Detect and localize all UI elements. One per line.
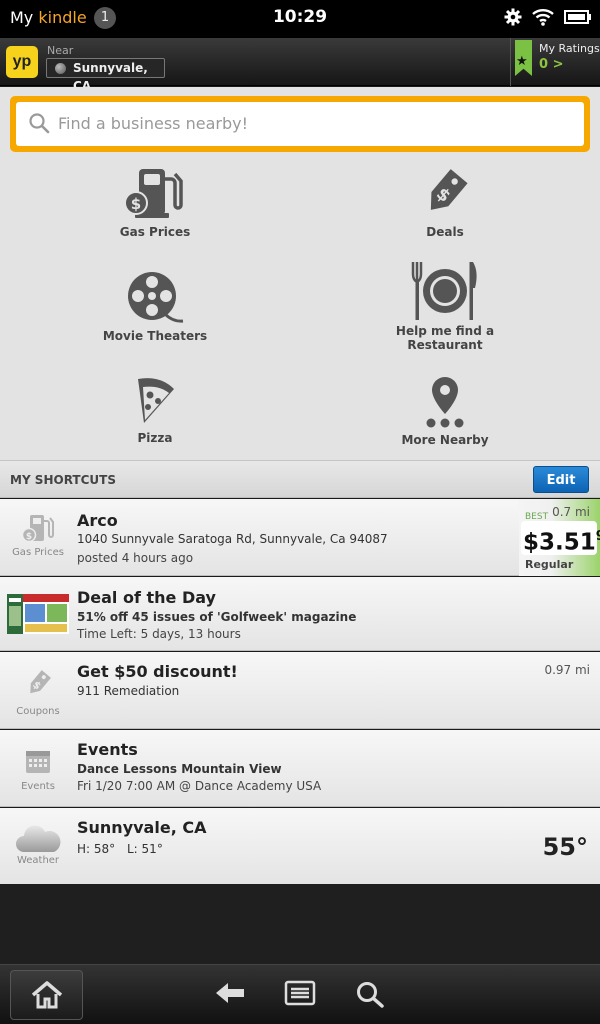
event-when: Fri 1/20 7:00 AM @ Dance Academy USA xyxy=(77,779,322,793)
film-reel-icon xyxy=(128,272,184,323)
empty-background xyxy=(0,884,600,964)
category-more-nearby[interactable]: More Nearby xyxy=(345,375,545,447)
gas-price-main: $3.51 xyxy=(523,529,596,556)
shortcut-weather-row[interactable]: Weather Sunnyvale, CA H: 58° L: 51° 55° xyxy=(0,808,600,885)
coupon-icon-wrap: $ Coupons xyxy=(8,668,68,717)
svg-text:$: $ xyxy=(131,195,141,213)
home-button[interactable] xyxy=(10,970,83,1020)
weather-high: H: 58° xyxy=(77,842,116,856)
category-restaurant[interactable]: Help me find a Restaurant xyxy=(345,260,545,352)
gas-price-tenth: 9 xyxy=(596,529,600,544)
back-button[interactable] xyxy=(214,980,246,1010)
event-name: Dance Lessons Mountain View xyxy=(77,762,282,776)
golfweek-magazine-thumbnail-icon xyxy=(7,594,69,634)
menu-button[interactable] xyxy=(284,980,316,1010)
category-label: More Nearby xyxy=(401,433,489,447)
status-bar: My kindle 1 10:29 xyxy=(0,0,600,38)
svg-text:$: $ xyxy=(26,532,32,542)
deal-time-left: Time Left: 5 days, 13 hours xyxy=(77,627,241,641)
deal-description: 51% off 45 issues of 'Golfweek' magazine xyxy=(77,610,357,624)
deal-title: Deal of the Day xyxy=(77,588,216,607)
category-label: Pizza xyxy=(137,431,173,445)
ratings-ribbon-icon: ★ xyxy=(515,40,532,76)
gas-price-box: 0.7 mi BEST $3.519 Regular xyxy=(519,499,600,576)
home-panel: $ Gas Prices $ Deals Movie Theaters xyxy=(0,87,600,460)
search-icon xyxy=(357,982,384,1008)
shortcut-coupon-row[interactable]: $ Coupons Get $50 discount! 911 Remediat… xyxy=(0,652,600,729)
weather-temperature: 55° xyxy=(542,833,588,861)
search-bar xyxy=(10,96,590,152)
category-pizza[interactable]: Pizza xyxy=(55,375,255,445)
gas-station-name: Arco xyxy=(77,511,118,530)
category-gas-prices[interactable]: $ Gas Prices xyxy=(55,165,255,239)
gas-pump-icon: $ xyxy=(124,169,183,218)
category-label: Movie Theaters xyxy=(102,329,208,343)
ratings-label: My Ratings xyxy=(539,42,600,55)
yp-logo[interactable]: yp xyxy=(6,46,38,78)
gas-shortcut-icon-wrap: $ Gas Prices xyxy=(8,513,68,558)
plate-utensils-icon xyxy=(411,262,477,320)
deal-thumbnail-wrap xyxy=(7,594,69,634)
gas-price: $3.519 xyxy=(521,521,600,556)
category-label: Deals xyxy=(426,225,464,239)
gas-pump-icon: $ xyxy=(21,515,54,543)
events-icon-wrap: Events xyxy=(8,747,68,792)
home-icon xyxy=(31,981,63,1009)
location-dot-icon xyxy=(55,63,66,74)
search-icon xyxy=(29,113,50,134)
events-title: Events xyxy=(77,740,138,759)
shortcuts-title: MY SHORTCUTS xyxy=(10,473,116,487)
search-button[interactable] xyxy=(355,980,385,1012)
app-header: yp Near Sunnyvale, CA ★ My Ratings 0 > xyxy=(0,38,600,93)
edit-button[interactable]: Edit xyxy=(533,466,589,493)
menu-icon xyxy=(284,980,316,1006)
search-box xyxy=(16,102,584,146)
weather-low: L: 51° xyxy=(127,842,163,856)
map-pin-icon xyxy=(426,377,464,428)
location-selector[interactable]: Sunnyvale, CA xyxy=(46,58,165,93)
weather-icon-wrap: Weather xyxy=(8,822,68,866)
shortcut-events-row[interactable]: Events Events Dance Lessons Mountain Vie… xyxy=(0,730,600,807)
my-ratings-button[interactable]: ★ My Ratings 0 > xyxy=(510,38,600,86)
pizza-slice-icon xyxy=(138,378,174,423)
price-tag-icon: $ xyxy=(430,169,468,210)
coupon-tag-icon: $ xyxy=(30,670,51,694)
gas-posted-time: posted 4 hours ago xyxy=(77,551,194,565)
cloud-icon xyxy=(16,825,61,852)
back-arrow-icon xyxy=(216,983,244,1003)
shortcut-deal-row[interactable]: Deal of the Day 51% off 45 issues of 'Go… xyxy=(0,577,600,651)
shortcuts-header: MY SHORTCUTS Edit xyxy=(0,460,600,498)
coupon-title: Get $50 discount! xyxy=(77,662,238,681)
calendar-icon xyxy=(26,751,50,773)
gas-grade: Regular xyxy=(525,558,574,571)
category-movie-theaters[interactable]: Movie Theaters xyxy=(55,269,255,343)
battery-icon xyxy=(564,10,591,24)
shortcut-caption: Gas Prices xyxy=(12,547,64,558)
search-input[interactable] xyxy=(58,110,558,136)
settings-gear-icon[interactable] xyxy=(504,8,522,26)
category-label: Gas Prices xyxy=(119,225,191,239)
category-deals[interactable]: $ Deals xyxy=(345,165,545,239)
coupon-distance: 0.97 mi xyxy=(544,663,590,677)
wifi-icon xyxy=(532,9,554,26)
ratings-count: 0 > xyxy=(539,57,564,72)
near-label: Near xyxy=(47,44,74,57)
shortcut-gas-row[interactable]: $ Gas Prices Arco 1040 Sunnyvale Saratog… xyxy=(0,499,600,576)
shortcut-caption: Coupons xyxy=(16,706,60,717)
status-icons xyxy=(504,8,592,26)
shortcut-caption: Weather xyxy=(16,855,60,866)
category-label: Help me find a Restaurant xyxy=(395,324,495,352)
gas-distance: 0.7 mi xyxy=(552,505,590,519)
coupon-business: 911 Remediation xyxy=(77,684,180,698)
bottom-navigation-bar xyxy=(0,964,600,1024)
gas-station-address: 1040 Sunnyvale Saratoga Rd, Sunnyvale, C… xyxy=(77,532,388,546)
weather-city: Sunnyvale, CA xyxy=(77,818,207,837)
shortcut-caption: Events xyxy=(21,781,55,792)
